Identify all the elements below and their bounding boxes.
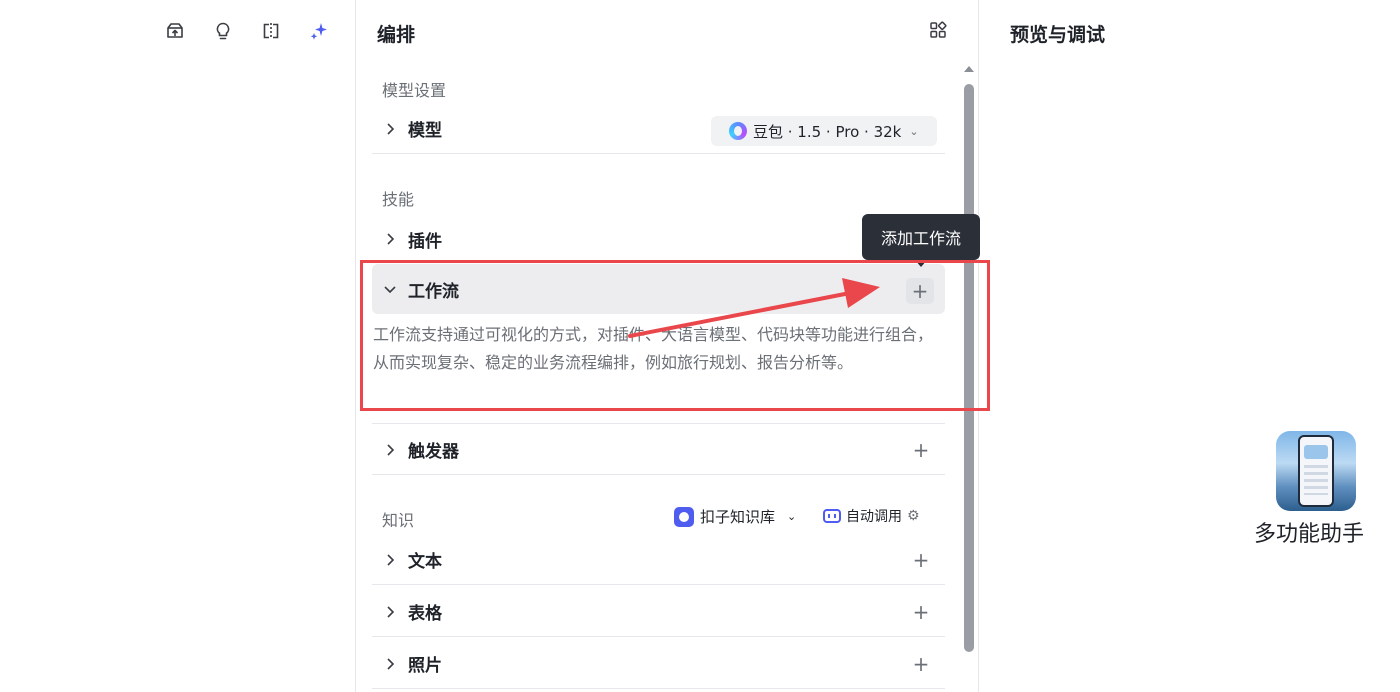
kb-logo-icon (674, 506, 694, 527)
row-workflow[interactable]: 工作流 (372, 264, 945, 314)
edit-panel: 编排 模型设置 模型 豆包 · 1.5 · Pro · 32k ⌄ 技能 插件 (355, 0, 979, 692)
row-knowledge-text[interactable]: 文本 + (372, 535, 945, 585)
left-strip (0, 0, 355, 692)
phone-image (1298, 435, 1334, 507)
layout-grid-icon[interactable] (929, 21, 947, 39)
add-workflow-button[interactable]: + (906, 278, 934, 304)
chevron-right-icon (372, 122, 408, 136)
add-text-button[interactable]: + (909, 548, 933, 572)
app-thumbnail-icon[interactable] (1276, 431, 1356, 511)
bulb-icon[interactable] (208, 18, 238, 44)
add-photo-button[interactable]: + (909, 652, 933, 676)
publish-icon[interactable] (160, 18, 190, 44)
row-knowledge-photo[interactable]: 照片 + (372, 639, 945, 689)
split-view-icon[interactable] (256, 18, 286, 44)
robot-icon (823, 509, 841, 523)
tooltip-arrow (914, 259, 928, 267)
chevron-right-icon (372, 605, 408, 619)
scroll-up-arrow[interactable] (964, 66, 974, 72)
chevron-right-icon (372, 657, 408, 671)
row-label: 表格 (408, 604, 442, 624)
chevron-right-icon (372, 232, 408, 246)
add-table-button[interactable]: + (909, 600, 933, 624)
add-trigger-button[interactable]: + (909, 438, 933, 462)
row-label: 工作流 (408, 281, 459, 302)
row-trigger[interactable]: 触发器 + (372, 425, 945, 475)
chevron-right-icon (372, 443, 408, 457)
workflow-description: 工作流支持通过可视化的方式，对插件、大语言模型、代码块等功能进行组合，从而实现复… (373, 325, 934, 372)
auto-call-label: 自动调用 (846, 509, 902, 525)
chevron-down-icon: ⌄ (787, 510, 797, 523)
app-name: 多功能助手 (1254, 522, 1365, 547)
top-toolbar (160, 18, 334, 44)
model-select[interactable]: 豆包 · 1.5 · Pro · 32k ⌄ (711, 116, 937, 146)
section-label-model: 模型设置 (382, 81, 447, 100)
chevron-down-icon (372, 282, 408, 296)
panel-title: 编排 (377, 24, 416, 46)
row-label: 触发器 (408, 442, 459, 462)
section-label-skills: 技能 (382, 190, 415, 209)
chevron-down-icon: ⌄ (909, 124, 919, 138)
row-label: 模型 (408, 121, 442, 141)
sparkle-icon[interactable] (304, 18, 334, 44)
auto-call-setting[interactable]: 自动调用 ⚙ (823, 506, 920, 526)
kb-source-label: 扣子知识库 (700, 508, 776, 526)
doubao-logo-icon (729, 122, 747, 140)
row-plugins[interactable]: 插件 (372, 214, 945, 264)
row-label: 文本 (408, 552, 442, 572)
row-label: 照片 (408, 656, 442, 676)
tooltip-add-workflow: 添加工作流 (862, 214, 980, 260)
divider (372, 423, 945, 424)
section-label-knowledge: 知识 (382, 511, 415, 530)
model-value: 豆包 · 1.5 · Pro · 32k (753, 122, 902, 141)
gear-icon[interactable]: ⚙ (907, 508, 920, 524)
kb-source-select[interactable]: 扣子知识库 ⌄ (674, 506, 796, 527)
scrollbar-thumb[interactable] (964, 84, 974, 652)
preview-title: 预览与调试 (1010, 24, 1106, 46)
app-root: 编排 模型设置 模型 豆包 · 1.5 · Pro · 32k ⌄ 技能 插件 (0, 0, 1400, 692)
row-knowledge-table[interactable]: 表格 + (372, 587, 945, 637)
chevron-right-icon (372, 553, 408, 567)
row-label: 插件 (408, 231, 442, 252)
